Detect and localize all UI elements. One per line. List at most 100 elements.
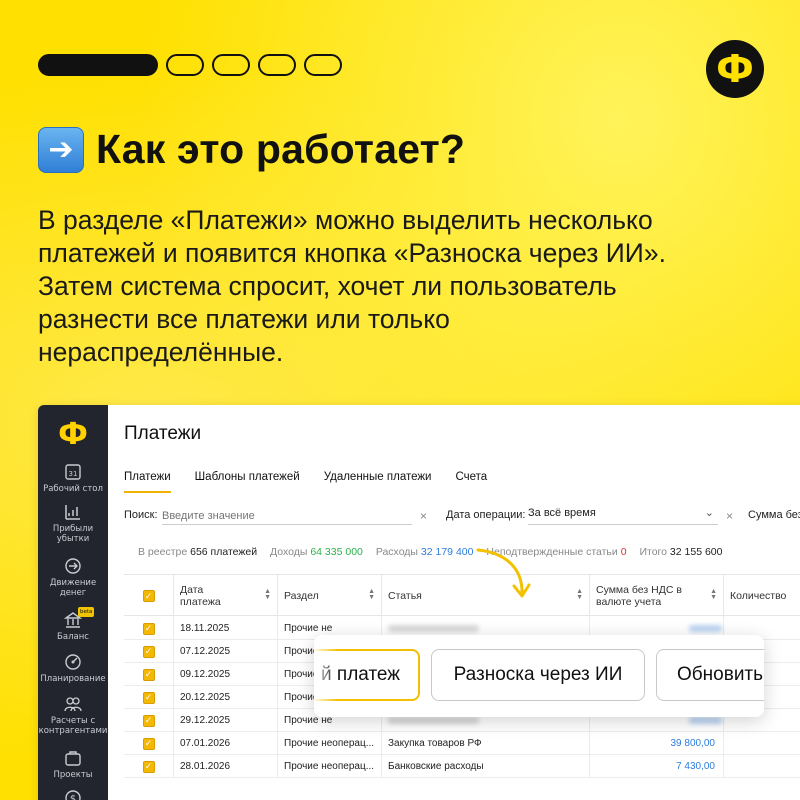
- row-checkbox[interactable]: ✓: [142, 737, 155, 750]
- row-select-cell: ✓: [124, 709, 174, 732]
- sidebar-item-planning[interactable]: Планирование: [38, 653, 108, 684]
- cell-date: 07.12.2025: [174, 640, 278, 663]
- sort-icon: ▲ ▼: [368, 588, 375, 601]
- sidebar-item-label: Баланс: [57, 632, 89, 642]
- contacts-icon: [64, 697, 82, 712]
- row-select-cell: ✓: [124, 640, 174, 663]
- cell-text: 07.01.2026: [180, 738, 231, 749]
- registry-count: 656 платежей: [190, 546, 258, 558]
- sidebar-item-contractors[interactable]: Расчеты с контрагентами: [38, 695, 108, 736]
- search-label: Поиск:: [124, 509, 158, 521]
- cell-text: 18.11.2025: [180, 623, 230, 634]
- description-line: разнести все платежи или только: [38, 304, 450, 334]
- popup-fade: [314, 635, 338, 717]
- date-filter-value: За всё время: [528, 507, 596, 519]
- sidebar: Ф 31 Рабочий стол Прибыли убытки Движени…: [38, 405, 108, 800]
- search-input[interactable]: [162, 507, 412, 525]
- select-all-checkbox[interactable]: ✓: [142, 590, 155, 602]
- progress-step: [258, 54, 296, 76]
- cell-date: 07.01.2026: [174, 732, 278, 755]
- expense-value: 32 179 400: [420, 546, 474, 558]
- description-line: нераспределённые.: [38, 337, 284, 367]
- ai-allocation-button[interactable]: Разноска через ИИ: [431, 649, 645, 701]
- table-row[interactable]: ✓ 28.01.2026 Прочие неоперац... Банковские …: [124, 755, 800, 778]
- date-filter-select[interactable]: За всё время ⌄: [528, 507, 718, 525]
- cell-text: Прочие неоперац...: [284, 761, 375, 772]
- header-amount[interactable]: Сумма без НДС в валюте учета ▲ ▼: [590, 575, 724, 617]
- sidebar-item-label: Рабочий стол: [43, 484, 103, 494]
- progress-step: [304, 54, 342, 76]
- income-value: 64 335 000: [310, 546, 363, 558]
- cell-text: 7 430,00: [676, 761, 715, 772]
- sidebar-item-label: контрагентами: [38, 726, 108, 736]
- row-checkbox[interactable]: ✓: [142, 714, 155, 727]
- registry-label: В реестре: [138, 546, 188, 558]
- cell-text: 28.01.2026: [180, 761, 231, 772]
- cell-article: Банковские расходы: [382, 755, 590, 778]
- sort-icon: ▲ ▼: [576, 588, 583, 601]
- briefcase-icon: [65, 751, 81, 766]
- sidebar-item-projects[interactable]: Проекты: [38, 749, 108, 780]
- bulk-action-popup: й платеж Разноска через ИИ Обновить: [314, 635, 764, 717]
- clear-date-icon[interactable]: ×: [726, 509, 733, 523]
- income-label: Доходы: [270, 546, 308, 558]
- sort-icon: ▲ ▼: [264, 588, 271, 601]
- total-label: Итого: [639, 546, 667, 558]
- row-checkbox[interactable]: ✓: [142, 622, 155, 635]
- progress-step: [166, 54, 204, 76]
- desktop-icon: 31: [65, 464, 81, 480]
- sidebar-item-balance[interactable]: beta Баланс: [38, 607, 108, 642]
- cell-text: 09.12.2025: [180, 669, 231, 680]
- app-window: Ф 31 Рабочий стол Прибыли убытки Движени…: [38, 405, 800, 800]
- cell-text: Закупка товаров РФ: [388, 738, 482, 749]
- tab-payments[interactable]: Платежи: [124, 471, 171, 493]
- sidebar-item-cashflow[interactable]: Движение денег: [38, 557, 108, 598]
- clear-search-icon[interactable]: ×: [420, 509, 427, 523]
- cell-amount: 39 800,00: [590, 732, 724, 755]
- description-line: В разделе «Платежи» можно выделить неско…: [38, 205, 653, 235]
- table-row[interactable]: ✓ 07.01.2026 Прочие неоперац... Закупка тов…: [124, 732, 800, 755]
- sidebar-item-label: Движение: [49, 578, 97, 588]
- sidebar-item-desktop[interactable]: 31 Рабочий стол: [38, 463, 108, 494]
- description-line: Затем система спросит, хочет ли пользова…: [38, 271, 617, 301]
- cell-date: 18.11.2025: [174, 617, 278, 640]
- row-checkbox[interactable]: ✓: [142, 760, 155, 773]
- cell-section: Прочие неоперац...: [278, 732, 382, 755]
- money-flow-icon: [65, 558, 81, 574]
- row-checkbox[interactable]: ✓: [142, 691, 155, 704]
- amount-filter-label: Сумма без: [748, 509, 800, 521]
- main-content: Платежи Платежи Шаблоны платежей Удаленн…: [108, 405, 800, 800]
- beta-badge: beta: [78, 607, 95, 617]
- header-quantity[interactable]: Количество ▲▼: [724, 575, 800, 617]
- expense-label: Расходы: [375, 546, 418, 558]
- dollar-icon: $: [65, 790, 81, 800]
- refresh-button[interactable]: Обновить: [656, 649, 764, 701]
- sort-icon: ▲ ▼: [710, 588, 717, 601]
- table-header: ✓ Дата платежа ▲ ▼ Раздел ▲ ▼ Статья ▲ ▼ Су…: [124, 574, 800, 617]
- tab-deleted-payments[interactable]: Удаленные платежи: [324, 471, 432, 493]
- row-select-cell: ✓: [124, 755, 174, 778]
- carousel-progress: [38, 54, 342, 76]
- sidebar-item-finance[interactable]: $: [38, 789, 108, 800]
- cell-section: Прочие неоперац...: [278, 755, 382, 778]
- chart-icon: [65, 505, 80, 520]
- row-select-cell: ✓: [124, 663, 174, 686]
- tab-invoices[interactable]: Счета: [455, 471, 487, 493]
- slide-heading: ➔ Как это работает?: [38, 126, 465, 173]
- cell-text: Прочие не: [284, 623, 333, 634]
- cell-date: 29.12.2025: [174, 709, 278, 732]
- tab-payment-templates[interactable]: Шаблоны платежей: [195, 471, 300, 493]
- description-text: В разделе «Платежи» можно выделить неско…: [38, 204, 778, 369]
- app-logo[interactable]: Ф: [38, 417, 108, 452]
- pointer-arrow-icon: [476, 548, 531, 598]
- cell-article: Закупка товаров РФ: [382, 732, 590, 755]
- cell-amount: 7 430,00: [590, 755, 724, 778]
- row-checkbox[interactable]: ✓: [142, 645, 155, 658]
- cell-date: 09.12.2025: [174, 663, 278, 686]
- header-date[interactable]: Дата платежа ▲ ▼: [174, 575, 278, 617]
- row-checkbox[interactable]: ✓: [142, 668, 155, 681]
- sidebar-item-profit[interactable]: Прибыли убытки: [38, 503, 108, 544]
- cell-qty: 4: [724, 755, 800, 778]
- sidebar-item-label: денег: [59, 588, 87, 598]
- header-section[interactable]: Раздел ▲ ▼: [278, 575, 382, 617]
